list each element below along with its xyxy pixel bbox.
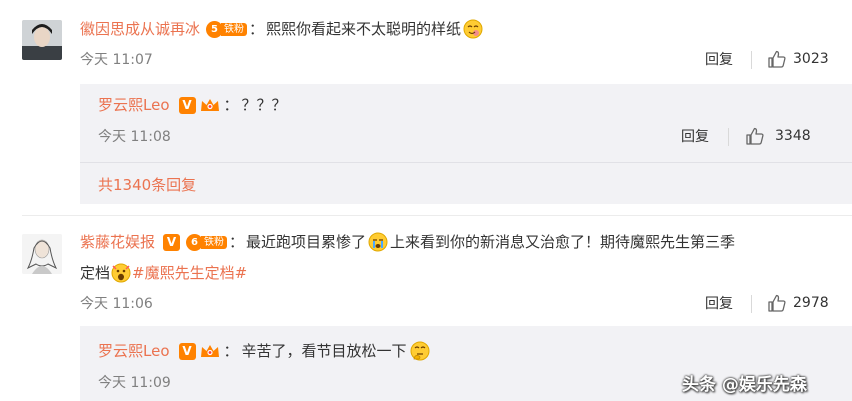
- fan-badge[interactable]: 6 铁粉: [186, 233, 228, 251]
- hashtag-link[interactable]: #魔熙先生定档#: [132, 263, 247, 283]
- colon: ：: [229, 233, 245, 251]
- comment-text: 上来看到你的新消息又治愈了！期待魔熙先生第三季: [390, 233, 736, 251]
- thinking-face-emoji-icon: [410, 341, 430, 361]
- reply-header: 罗云熙Leo V ： 辛苦了，看节目放松一下: [98, 340, 430, 362]
- reply-button[interactable]: 回复: [705, 50, 733, 70]
- divider: [751, 51, 752, 69]
- comment-time: 今天 11:07: [80, 52, 153, 68]
- reply-time: 今天 11:09: [98, 375, 171, 391]
- reply-username-link[interactable]: 罗云熙Leo: [98, 341, 170, 361]
- comment-header: 紫藤花娱报 V 6 铁粉 ： 最近跑项目累惨了 上来看到你的新消息又治愈了！期待…: [80, 231, 735, 253]
- verified-badge: V: [178, 96, 196, 114]
- reply-username-link[interactable]: 罗云熙Leo: [98, 95, 170, 115]
- reply-time: 今天 11:08: [98, 129, 171, 145]
- colon: ：: [249, 20, 265, 38]
- thumbs-up-icon: [768, 294, 786, 312]
- screaming-face-emoji-icon: [111, 263, 131, 283]
- fan-label: 铁粉: [201, 235, 228, 249]
- reply-divider: [80, 162, 852, 163]
- avatar-image: [22, 234, 62, 274]
- like-button[interactable]: 3023: [767, 49, 829, 69]
- crown-icon: [200, 344, 219, 357]
- fan-label: 铁粉: [221, 22, 248, 36]
- comment-time: 今天 11:06: [80, 296, 153, 312]
- like-count: 2978: [793, 295, 829, 311]
- fan-badge[interactable]: 5 铁粉: [206, 20, 248, 38]
- avatar[interactable]: [22, 20, 62, 60]
- divider: [751, 295, 752, 313]
- comment-text: 最近跑项目累惨了: [246, 233, 367, 251]
- like-count: 3023: [793, 51, 829, 67]
- username-link[interactable]: 紫藤花娱报: [80, 232, 155, 252]
- watermark: 头条 @娱乐先森: [682, 375, 807, 395]
- crying-face-emoji-icon: [368, 232, 388, 252]
- reply-button[interactable]: 回复: [705, 294, 733, 314]
- reply-header: 罗云熙Leo V ： ？？？: [98, 94, 287, 116]
- reply-text: ？？？: [241, 96, 287, 114]
- comment-divider: [22, 215, 852, 216]
- reply-button[interactable]: 回复: [681, 127, 709, 147]
- more-replies-link[interactable]: 共1340条回复: [98, 175, 196, 195]
- comment-text-line2: 定档 #魔熙先生定档#: [80, 262, 247, 284]
- colon: ：: [223, 96, 239, 114]
- silly-face-emoji-icon: [463, 19, 483, 39]
- crown-icon: [200, 98, 219, 111]
- comment-header: 徽因思成从诚再冰 5 铁粉 ： 熙熙你看起来不太聪明的样纸: [80, 18, 483, 40]
- avatar-image: [22, 20, 62, 60]
- divider: [728, 128, 729, 146]
- username-link[interactable]: 徽因思成从诚再冰: [80, 19, 200, 39]
- reply-text: 辛苦了，看节目放松一下: [241, 342, 407, 360]
- avatar[interactable]: [22, 234, 62, 274]
- comment-text: 熙熙你看起来不太聪明的样纸: [266, 20, 462, 38]
- thumbs-up-icon: [768, 50, 786, 68]
- thumbs-up-icon: [746, 127, 764, 145]
- like-button[interactable]: 2978: [767, 293, 829, 313]
- like-button[interactable]: 3348: [745, 126, 811, 146]
- like-count: 3348: [775, 128, 811, 144]
- verified-badge: V: [178, 342, 196, 360]
- verified-badge: V: [163, 233, 181, 251]
- comment-text: 定档: [80, 264, 111, 282]
- reply-box: 罗云熙Leo V ： ？？？ 今天 11:08 回复 3348 共1340条回复: [80, 84, 852, 204]
- colon: ：: [223, 342, 239, 360]
